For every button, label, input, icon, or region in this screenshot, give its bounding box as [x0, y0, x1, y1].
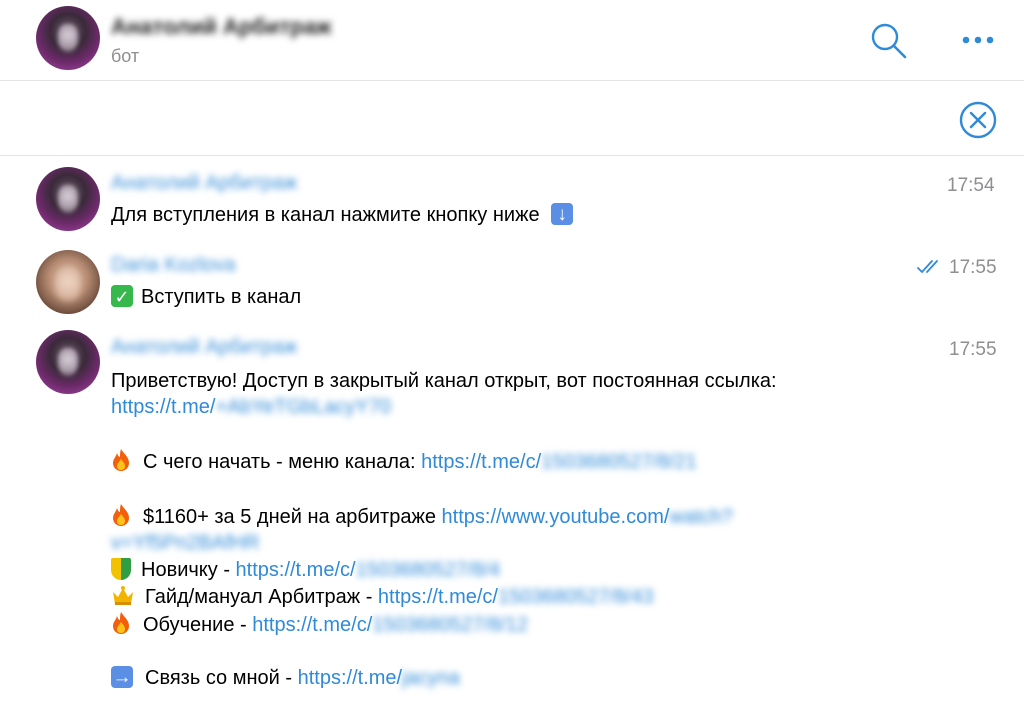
contact-link-hidden[interactable]: jacyna — [402, 667, 460, 689]
guide-link[interactable]: https://t.me/c/ — [378, 586, 498, 608]
menu-line: С чего начать - меню канала: https://t.m… — [111, 448, 697, 476]
youtube-line: $1160+ за 5 дней на арбитраже https://ww… — [111, 503, 733, 531]
message-avatar[interactable] — [36, 250, 100, 314]
message-avatar[interactable] — [36, 330, 100, 394]
close-circle-icon[interactable] — [958, 100, 998, 140]
youtube-link-hidden-cont[interactable]: v=Yf5Pn2BAfHR — [111, 532, 259, 554]
message-sender[interactable]: Daria Kozlova — [111, 254, 236, 277]
fire-emoji — [113, 612, 129, 634]
menu-link-hidden[interactable]: 1503680527/8/21 — [541, 451, 697, 473]
message-avatar[interactable] — [36, 167, 100, 231]
contact-line: Связь со мной - https://t.me/jacyna — [111, 664, 460, 692]
fire-emoji — [113, 449, 129, 471]
channel-link-hidden[interactable]: +AbYeTGbLacyY70 — [215, 396, 391, 418]
pinned-bar — [0, 81, 1024, 156]
chat-title[interactable]: Анатолий Арбитраж — [111, 14, 331, 40]
beginner-emoji — [111, 558, 131, 580]
youtube-line-cont: v=Yf5Pn2BAfHR — [111, 530, 259, 557]
training-link[interactable]: https://t.me/c/ — [252, 614, 372, 636]
message-text: Для вступления в канал нажмите кнопку ни… — [111, 201, 579, 229]
training-link-hidden[interactable]: 1503680527/8/12 — [372, 614, 528, 636]
menu-label: С чего начать - меню канала: — [143, 451, 422, 473]
training-line: Обучение - https://t.me/c/1503680527/8/1… — [111, 611, 528, 639]
message-sender[interactable]: Анатолий Арбитраж — [111, 336, 297, 359]
down-arrow-emoji — [551, 201, 574, 228]
message-link-line: https://t.me/+AbYeTGbLacyY70 — [111, 394, 391, 421]
message-text: Вступить в канал — [111, 284, 301, 311]
guide-line: Гайд/мануал Арбитраж - https://t.me/c/15… — [111, 584, 654, 611]
more-icon[interactable] — [958, 30, 998, 50]
bot-avatar[interactable] — [36, 6, 100, 70]
message-time: 17:55 — [949, 339, 997, 360]
check-mark-emoji — [111, 284, 133, 311]
contact-link[interactable]: https://t.me/ — [298, 667, 402, 689]
beginner-line: Новичку - https://t.me/c/1503680527/8/4 — [111, 557, 500, 584]
channel-link[interactable]: https://t.me/ — [111, 396, 215, 418]
chat-header: Анатолий Арбитраж бот — [0, 0, 1024, 81]
fire-emoji — [113, 504, 129, 526]
training-label: Обучение - — [143, 614, 253, 636]
right-arrow-emoji — [111, 664, 133, 691]
message-time: 17:54 — [947, 175, 995, 196]
message-greeting: Приветствую! Доступ в закрытый канал отк… — [111, 370, 777, 392]
message-sender[interactable]: Анатолий Арбитраж — [111, 172, 297, 195]
double-check-icon — [917, 259, 945, 275]
youtube-link-hidden[interactable]: watch? — [669, 506, 732, 528]
beginner-link[interactable]: https://t.me/c/ — [236, 559, 356, 581]
contact-label: Связь со мной - — [145, 667, 298, 689]
guide-label: Гайд/мануал Арбитраж - — [145, 586, 378, 608]
youtube-label: $1160+ за 5 дней на арбитраже — [143, 506, 442, 528]
chat-subtitle: бот — [111, 46, 140, 66]
guide-link-hidden[interactable]: 1503680527/8/43 — [498, 586, 654, 608]
search-icon[interactable] — [870, 22, 908, 60]
youtube-link[interactable]: https://www.youtube.com/ — [442, 506, 670, 528]
crown-emoji — [113, 586, 133, 605]
message-text-content: Вступить в канал — [141, 286, 302, 308]
beginner-label: Новичку - — [141, 559, 236, 581]
menu-link[interactable]: https://t.me/c/ — [421, 451, 541, 473]
beginner-link-hidden[interactable]: 1503680527/8/4 — [356, 559, 501, 581]
message-text-content: Для вступления в канал нажмите кнопку ни… — [111, 204, 540, 226]
message-time: 17:55 — [949, 257, 997, 278]
